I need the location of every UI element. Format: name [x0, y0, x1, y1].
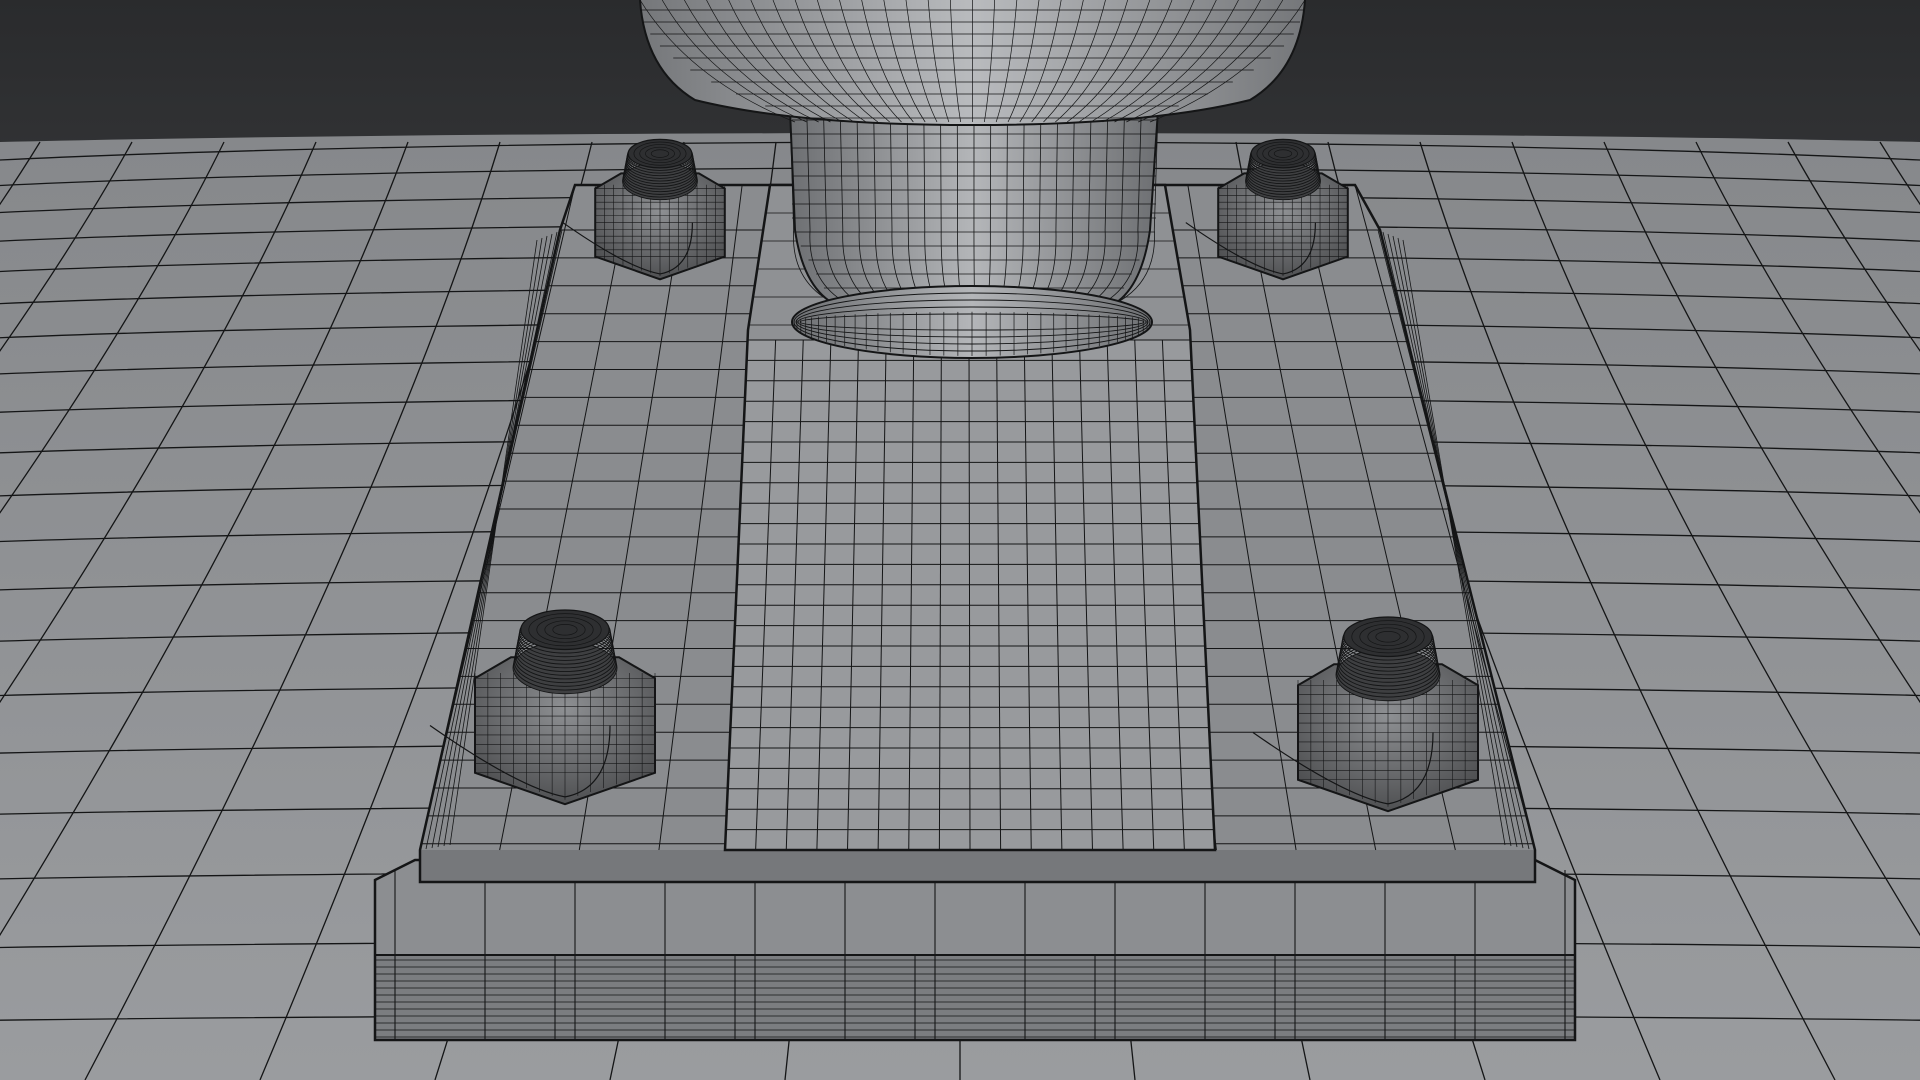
column-collar: [791, 285, 1153, 359]
base-plate: [373, 858, 1577, 1042]
column-cap: [639, 0, 1306, 127]
column-shaft: [788, 109, 1160, 311]
wireframe-viewport: [0, 0, 1920, 1080]
